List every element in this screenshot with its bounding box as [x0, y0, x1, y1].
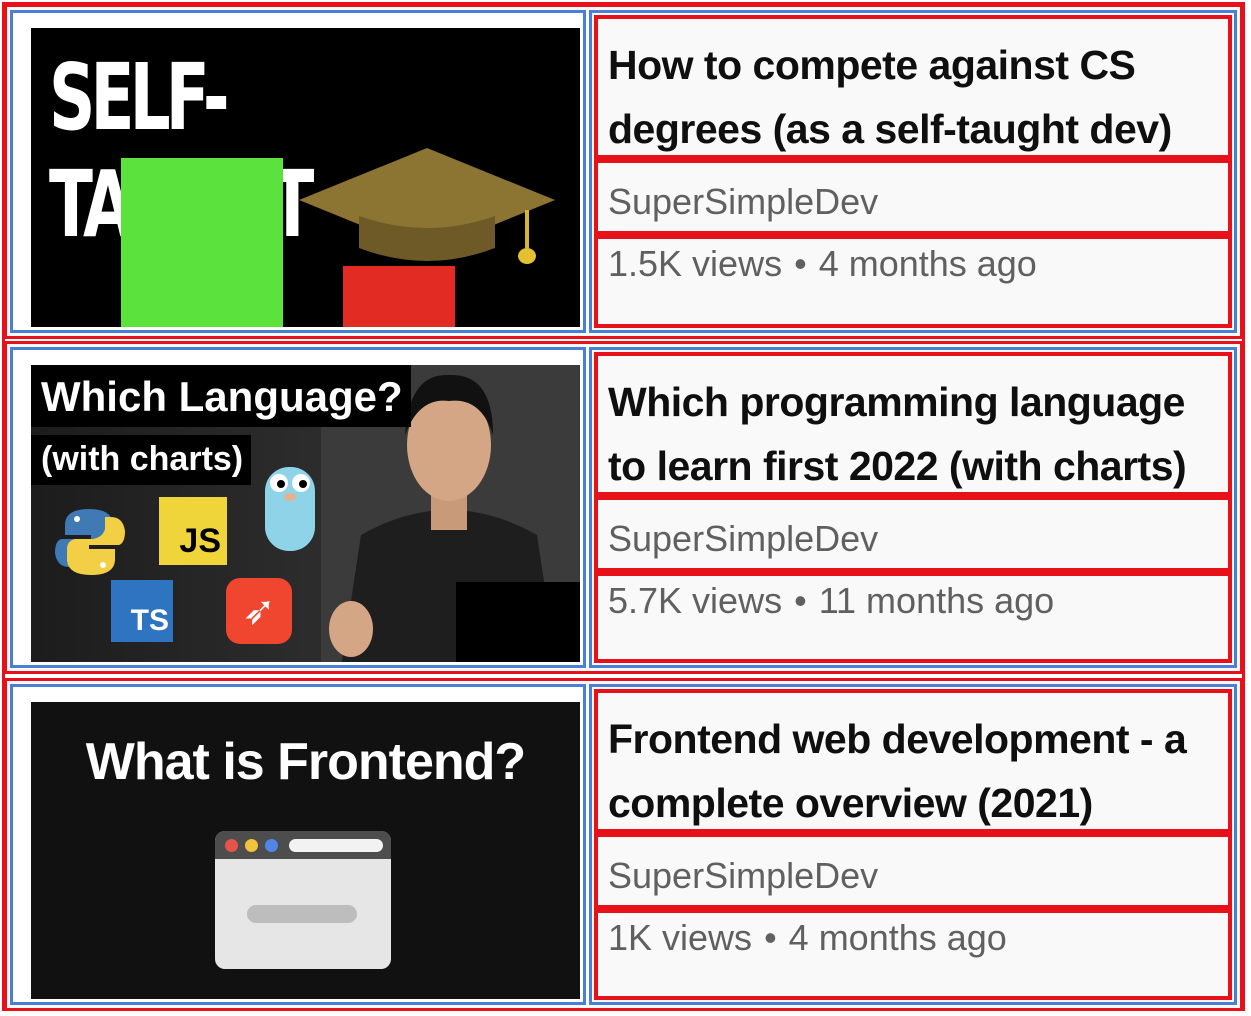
video-result[interactable]: Which Language? (with charts) JS TS ➶ Wh… — [4, 341, 1243, 674]
meta-highlight: 5.7K views • 11 months ago — [594, 572, 1232, 663]
address-bar-shape — [289, 839, 383, 852]
browser-title-bar — [215, 831, 391, 859]
minimize-dot-icon — [245, 839, 258, 852]
green-block — [121, 158, 283, 327]
video-thumbnail[interactable]: SELF-TAUGHT — [31, 28, 580, 327]
title-highlight[interactable]: Which programming language to learn firs… — [594, 352, 1232, 496]
channel-highlight[interactable]: SuperSimpleDev — [594, 833, 1232, 909]
upload-age: 4 months ago — [818, 243, 1037, 284]
video-metadata: 1.5K views • 4 months ago — [608, 243, 1037, 285]
thumbnail-text: Which Language? — [31, 365, 411, 427]
separator: • — [764, 917, 777, 958]
thumbnail-frame[interactable]: Which Language? (with charts) JS TS ➶ — [10, 347, 586, 668]
video-info: Frontend web development - a complete ov… — [589, 684, 1237, 1005]
channel-highlight[interactable]: SuperSimpleDev — [594, 496, 1232, 572]
view-count: 1.5K views — [608, 243, 783, 284]
video-title[interactable]: Frontend web development - a complete ov… — [608, 707, 1220, 829]
channel-highlight[interactable]: SuperSimpleDev — [594, 159, 1232, 235]
thumbnail-text: What is Frontend? — [85, 733, 526, 791]
channel-name[interactable]: SuperSimpleDev — [608, 181, 878, 223]
title-highlight[interactable]: Frontend web development - a complete ov… — [594, 689, 1232, 833]
swift-icon: ➶ — [226, 578, 292, 644]
content-placeholder — [247, 905, 357, 923]
video-thumbnail[interactable]: What is Frontend? — [31, 702, 580, 999]
thumbnail-frame[interactable]: SELF-TAUGHT — [10, 10, 586, 333]
view-count: 1K views — [608, 917, 753, 958]
video-result[interactable]: SELF-TAUGHT How to compete against CS de… — [4, 4, 1243, 339]
graduation-cap-icon — [299, 148, 555, 264]
title-highlight[interactable]: How to compete against CS degrees (as a … — [594, 15, 1232, 159]
video-info: How to compete against CS degrees (as a … — [589, 10, 1237, 333]
red-block — [343, 266, 455, 327]
video-metadata: 5.7K views • 11 months ago — [608, 580, 1054, 622]
meta-highlight: 1K views • 4 months ago — [594, 909, 1232, 1000]
upload-age: 4 months ago — [788, 917, 1007, 958]
python-icon — [55, 509, 125, 575]
close-dot-icon — [225, 839, 238, 852]
gopher-icon — [265, 467, 315, 551]
video-thumbnail[interactable]: Which Language? (with charts) JS TS ➶ — [31, 365, 580, 662]
maximize-dot-icon — [265, 839, 278, 852]
video-info: Which programming language to learn firs… — [589, 347, 1237, 668]
separator: • — [794, 243, 807, 284]
channel-name[interactable]: SuperSimpleDev — [608, 518, 878, 560]
typescript-icon: TS — [111, 580, 173, 642]
view-count: 5.7K views — [608, 580, 783, 621]
thumbnail-subtext: (with charts) — [31, 435, 252, 485]
upload-age: 11 months ago — [818, 580, 1055, 621]
separator: • — [794, 580, 807, 621]
video-title[interactable]: How to compete against CS degrees (as a … — [608, 33, 1220, 155]
video-metadata: 1K views • 4 months ago — [608, 917, 1007, 959]
channel-name[interactable]: SuperSimpleDev — [608, 855, 878, 897]
video-title[interactable]: Which programming language to learn firs… — [608, 370, 1220, 492]
thumbnail-frame[interactable]: What is Frontend? — [10, 684, 586, 1005]
browser-window-icon — [215, 831, 391, 969]
meta-highlight: 1.5K views • 4 months ago — [594, 235, 1232, 328]
video-result[interactable]: What is Frontend? Frontend web developme… — [4, 678, 1243, 1011]
javascript-icon: JS — [159, 497, 227, 565]
black-overlay — [456, 582, 580, 662]
